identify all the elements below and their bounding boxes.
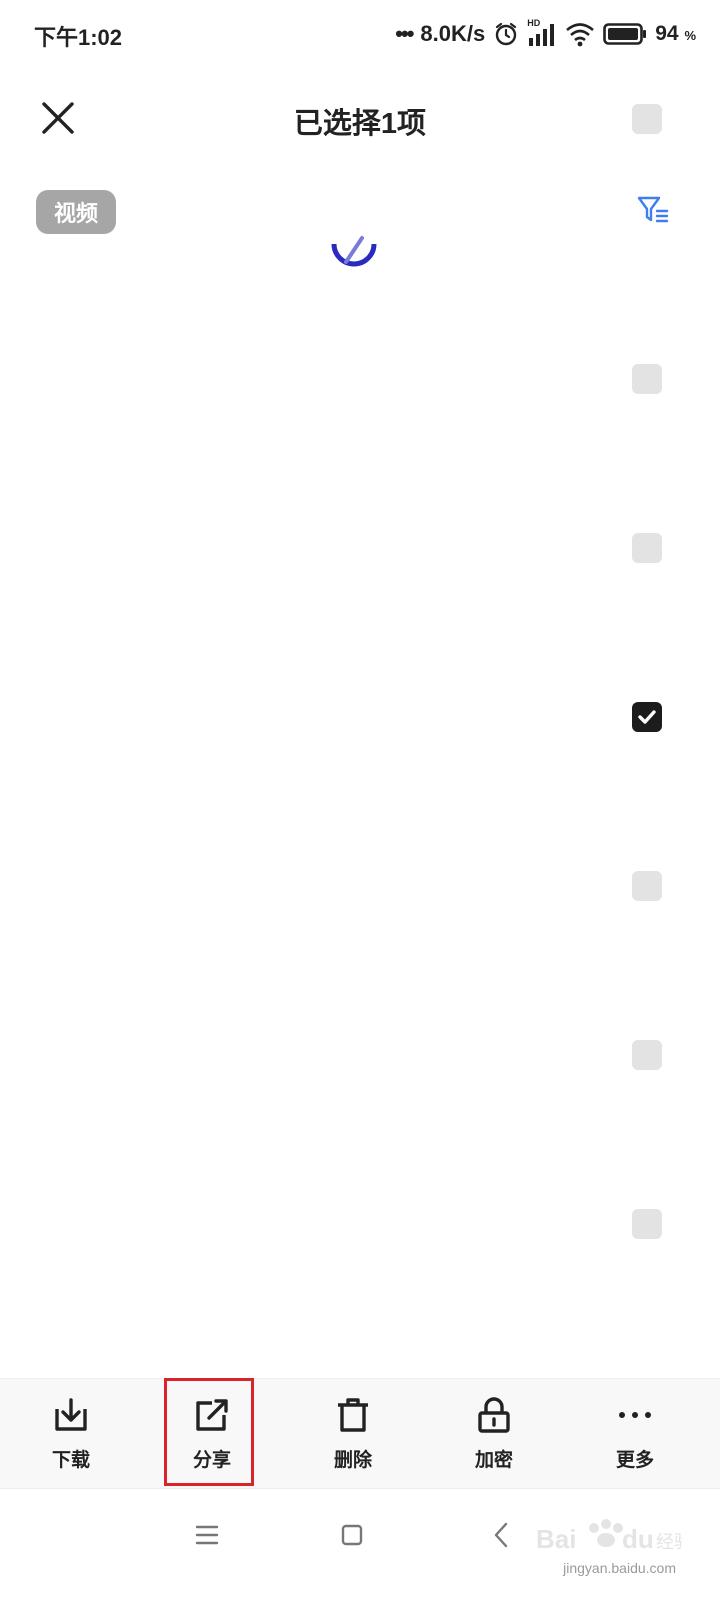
encrypt-button[interactable]: 加密	[449, 1379, 539, 1489]
page-title: 已选择1项	[293, 108, 427, 140]
back-button[interactable]	[482, 1515, 522, 1555]
watermark-url: jingyan.baidu.com	[563, 1560, 676, 1576]
wifi-icon	[566, 23, 595, 47]
menu-icon	[195, 1525, 219, 1545]
back-icon	[494, 1522, 508, 1548]
status-bar: 下午1:02 ••• 8.0K/s HD 94 %	[0, 0, 720, 70]
action-toolbar: 下载 分享 删除 加密 更多	[0, 1378, 720, 1488]
filter-icon	[637, 196, 669, 223]
svg-text:Bai: Bai	[536, 1524, 576, 1554]
download-button[interactable]: 下载	[26, 1379, 116, 1489]
row-checkbox[interactable]	[632, 1040, 662, 1070]
home-button[interactable]	[332, 1515, 372, 1555]
selection-header: 已选择1项	[0, 78, 720, 162]
filter-chip-video[interactable]: 视频	[36, 190, 116, 234]
status-time: 下午1:02	[34, 25, 123, 50]
more-icon	[619, 1412, 651, 1418]
battery-percent: 94 %	[655, 22, 696, 45]
trash-icon	[338, 1398, 368, 1432]
delete-label: 删除	[333, 1450, 372, 1471]
row-checkbox[interactable]	[632, 533, 662, 563]
recents-button[interactable]	[187, 1515, 227, 1555]
svg-text:du: du	[622, 1524, 654, 1554]
filter-button[interactable]	[636, 193, 670, 227]
more-label: 更多	[615, 1450, 654, 1471]
row-checkbox[interactable]	[632, 871, 662, 901]
svg-text:经验: 经验	[656, 1532, 682, 1553]
network-speed: 8.0K/s	[420, 21, 486, 46]
cellular-signal-icon: HD	[527, 18, 557, 48]
status-dots: •••	[395, 21, 414, 46]
alarm-icon	[496, 22, 517, 46]
row-checkbox-checked[interactable]	[632, 702, 662, 732]
delete-button[interactable]: 删除	[308, 1379, 398, 1489]
download-label: 下载	[51, 1450, 90, 1471]
encrypt-label: 加密	[474, 1450, 513, 1471]
download-icon	[55, 1398, 87, 1431]
share-highlight-annotation	[164, 1378, 254, 1486]
home-icon	[341, 1524, 363, 1546]
more-button[interactable]: 更多	[590, 1379, 680, 1489]
loading-icon	[331, 236, 377, 267]
row-checkbox[interactable]	[632, 1209, 662, 1239]
baidu-watermark-logo: Bai du 经验	[536, 1519, 682, 1554]
select-all-checkbox[interactable]	[632, 104, 662, 134]
loading-spinner	[330, 234, 378, 274]
lock-icon	[478, 1397, 510, 1433]
row-checkbox[interactable]	[632, 364, 662, 394]
status-indicators: ••• 8.0K/s HD 94 %	[395, 18, 696, 50]
battery-icon	[603, 23, 647, 45]
check-icon	[638, 710, 656, 724]
